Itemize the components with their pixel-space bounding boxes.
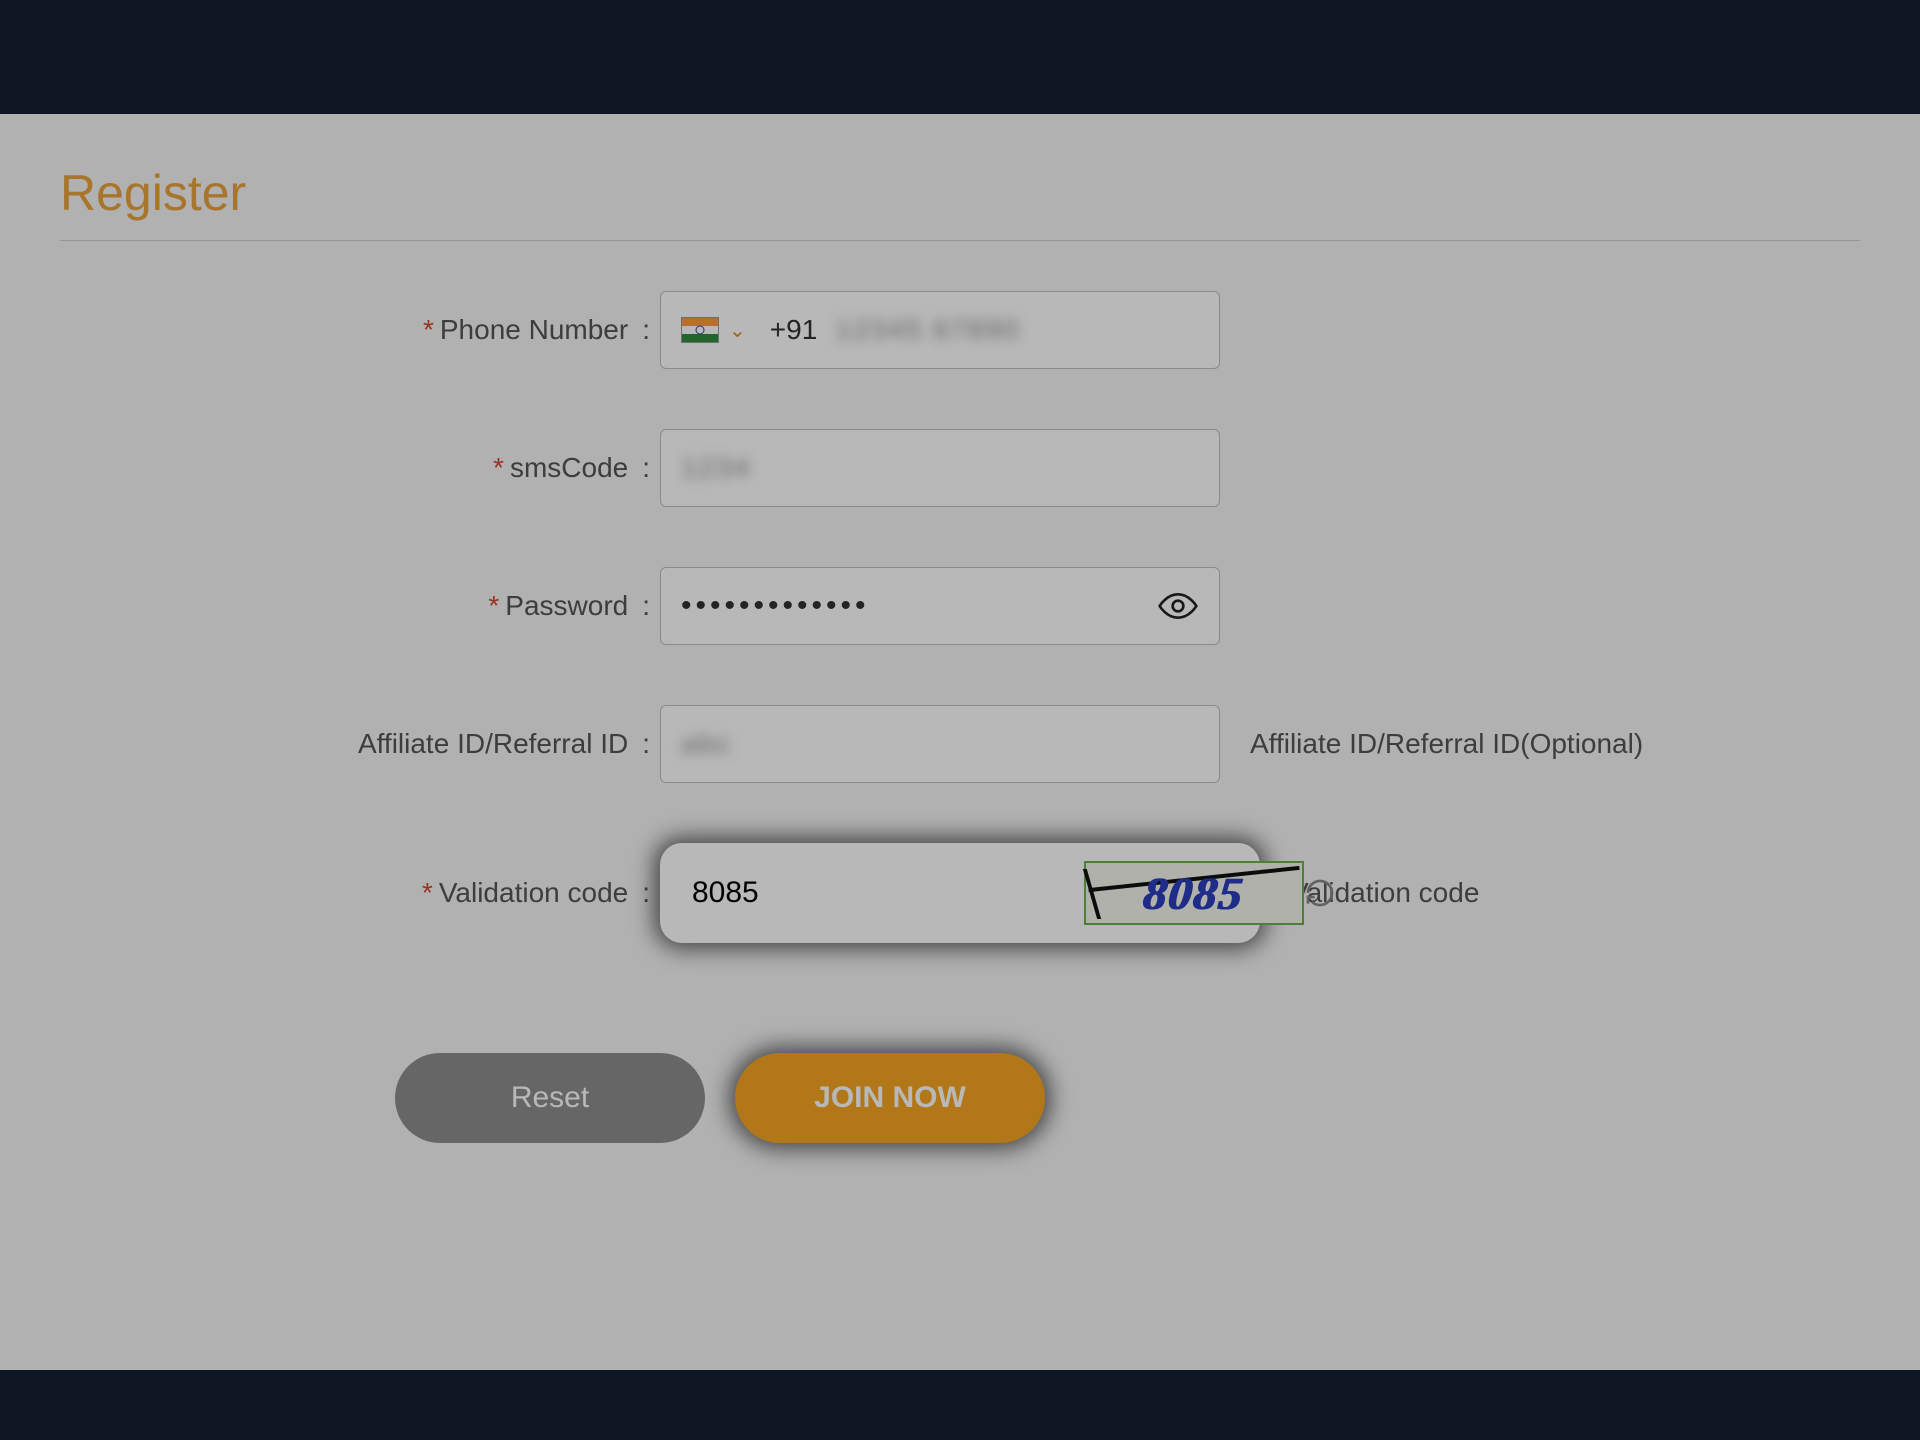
row-phone: *Phone Number: ⌄ +91 12345 67890 [60,291,1860,369]
refresh-icon[interactable] [1304,877,1336,909]
page-title: Register [60,164,1860,241]
register-form: *Phone Number: ⌄ +91 12345 67890 *smsCod… [60,291,1860,1143]
row-password: *Password: ••••••••••••• [60,567,1860,645]
page-body: Register *Phone Number: ⌄ +91 12345 6789… [0,114,1920,1370]
affiliate-input[interactable]: abc [660,705,1220,783]
reset-button[interactable]: Reset [395,1053,705,1143]
phone-prefix: +91 [770,314,818,346]
eye-icon[interactable] [1158,586,1198,626]
top-bar [0,0,1920,114]
required-marker: * [493,452,504,483]
join-now-button[interactable]: JOIN NOW [735,1053,1045,1143]
required-marker: * [422,877,433,908]
label-smscode: *smsCode: [60,452,660,484]
captcha-image[interactable]: 8085 [1084,861,1304,925]
validation-box: 8085 [660,843,1260,943]
validation-input[interactable] [674,863,1078,923]
bottom-bar [0,1370,1920,1440]
chevron-down-icon[interactable]: ⌄ [729,318,746,343]
password-dots: ••••••••••••• [681,589,870,623]
required-marker: * [488,590,499,621]
label-affiliate: Affiliate ID/Referral ID: [60,728,660,760]
label-phone: *Phone Number: [60,314,660,346]
smscode-input[interactable]: 1234 [660,429,1220,507]
label-validation: *Validation code: [60,877,660,909]
india-flag-icon[interactable] [681,317,719,343]
row-validation: *Validation code: 8085 Validation code [60,843,1860,943]
captcha-text: 8085 [1141,867,1247,920]
password-input[interactable]: ••••••••••••• [660,567,1220,645]
row-affiliate: Affiliate ID/Referral ID: abc Affiliate … [60,705,1860,783]
affiliate-hint: Affiliate ID/Referral ID(Optional) [1250,728,1643,760]
phone-input[interactable]: ⌄ +91 12345 67890 [660,291,1220,369]
row-smscode: *smsCode: 1234 [60,429,1860,507]
affiliate-value-blurred: abc [681,728,732,760]
phone-value-blurred: 12345 67890 [835,314,1021,346]
smscode-value-blurred: 1234 [681,452,751,484]
required-marker: * [423,314,434,345]
button-row: Reset JOIN NOW [370,1053,1070,1143]
label-password: *Password: [60,590,660,622]
